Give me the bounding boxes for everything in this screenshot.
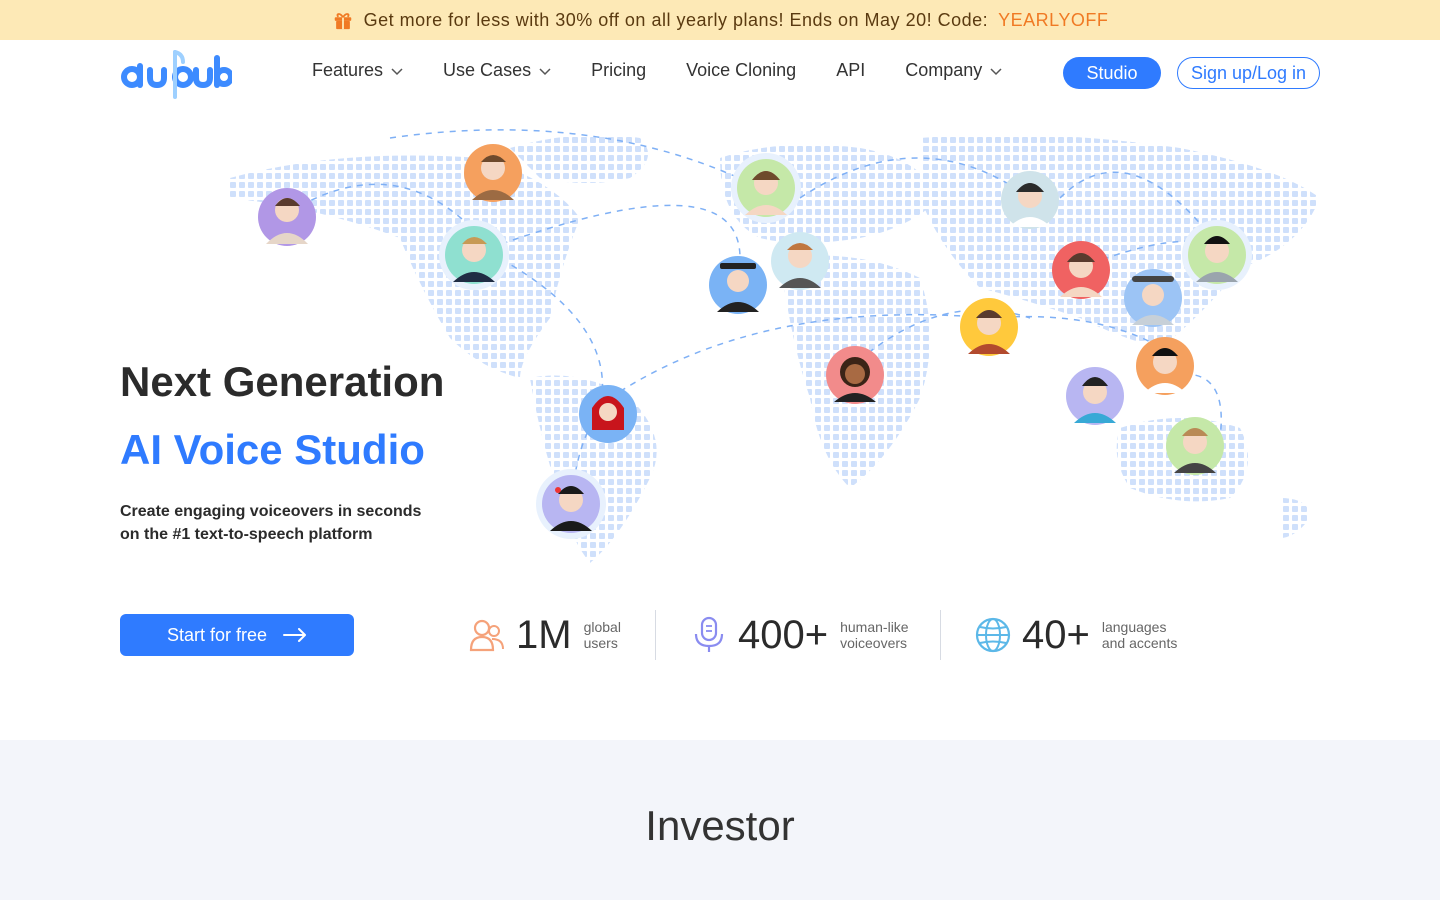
stat-languages-value: 40+: [1022, 612, 1090, 657]
stat-users-label-line2: users: [583, 635, 618, 651]
nav-pricing-label: Pricing: [591, 60, 647, 80]
stat-languages-label-line1: languages: [1101, 619, 1167, 635]
nav-voice-cloning-label: Voice Cloning: [686, 60, 797, 80]
hero-subtitle: AI Voice Studio: [120, 426, 425, 473]
nav-use-cases-label: Use Cases: [443, 60, 532, 80]
chevron-down-icon: [990, 67, 1002, 75]
avatar-woman-green: [731, 153, 801, 223]
nav-api-label: API: [836, 60, 866, 80]
avatar-man-suit: [1166, 417, 1224, 475]
stat-voiceovers-label: human-like voiceovers: [840, 619, 908, 651]
nav-company-label: Company: [905, 60, 983, 80]
arrow-right-icon: [283, 628, 307, 642]
avatar-woman-lavender: [1066, 367, 1124, 425]
avatar-man-teal: [439, 220, 509, 290]
stat-divider: [940, 610, 941, 660]
nav-pricing[interactable]: Pricing: [591, 60, 646, 81]
start-for-free-label: Start for free: [166, 624, 268, 645]
avatar-man-blue-hat: [1124, 269, 1182, 327]
stat-languages-label-line2: and accents: [1101, 635, 1178, 651]
avatar-woman-lightblue: [771, 232, 829, 290]
stat-users-label: global users: [584, 619, 621, 651]
nav-api[interactable]: API: [836, 60, 865, 81]
avatar-man-orange-2: [1136, 337, 1194, 395]
nav-company[interactable]: Company: [905, 60, 1002, 81]
promo-banner[interactable]: Get more for less with 30% off on all ye…: [0, 0, 1440, 40]
avatar-man-orange: [464, 144, 522, 202]
stat-languages-label: languages and accents: [1102, 619, 1178, 651]
avatar-woman-flower: [536, 469, 606, 539]
stat-languages: 40+ languages and accents: [974, 610, 1177, 660]
avatar-woman-yellow: [960, 298, 1018, 356]
nav-use-cases[interactable]: Use Cases: [443, 60, 551, 81]
stat-users-label-line1: global: [583, 619, 621, 635]
dubdub-logo[interactable]: [120, 46, 232, 100]
main-nav: Features Use Cases Pricing Voice Cloning…: [312, 60, 1002, 81]
avatar-woman-purple: [258, 188, 316, 246]
nav-features-label: Features: [312, 60, 384, 80]
investor-section: Investor: [0, 740, 1440, 900]
microphone-icon: [694, 616, 724, 652]
avatar-woman-gray: [1001, 171, 1059, 229]
avatar-man-green: [1182, 220, 1252, 290]
chevron-down-icon: [391, 67, 403, 75]
nav-features[interactable]: Features: [312, 60, 403, 81]
site-header: Features Use Cases Pricing Voice Cloning…: [0, 40, 1440, 106]
hero-description-line2: on the #1 text-to-speech platform: [120, 526, 373, 543]
stat-voiceovers-value: 400+: [738, 612, 829, 657]
studio-button[interactable]: Studio: [1063, 57, 1161, 89]
stat-divider: [655, 610, 656, 660]
promo-text: Get more for less with 30% off on all ye…: [363, 9, 989, 30]
avatar-woman-red: [1052, 241, 1110, 299]
investor-heading: Investor: [645, 802, 795, 849]
stat-voiceovers: 400+ human-like voiceovers: [690, 610, 909, 660]
chevron-down-icon: [539, 67, 551, 75]
stat-users-value: 1M: [516, 612, 572, 657]
gift-icon: [334, 13, 351, 30]
signup-login-button[interactable]: Sign up/Log in: [1177, 57, 1320, 89]
avatar-woman-headscarf: [579, 385, 637, 443]
promo-code: YEARLYOFF: [998, 9, 1109, 30]
hero-description-line1: Create engaging voiceovers in seconds: [120, 503, 422, 520]
avatar-woman-curly: [826, 346, 884, 404]
start-for-free-button[interactable]: Start for free: [120, 614, 354, 656]
nav-voice-cloning[interactable]: Voice Cloning: [686, 60, 796, 81]
stat-voiceovers-label-line1: human-like: [840, 619, 909, 635]
hero-title: Next Generation: [120, 358, 445, 405]
globe-icon: [975, 617, 1011, 653]
hero-description: Create engaging voiceovers in seconds on…: [120, 500, 440, 546]
users-icon: [469, 619, 504, 652]
stat-voiceovers-label-line2: voiceovers: [840, 635, 908, 651]
stat-global-users: 1M global users: [468, 610, 621, 660]
avatar-man-hat: [709, 256, 767, 314]
